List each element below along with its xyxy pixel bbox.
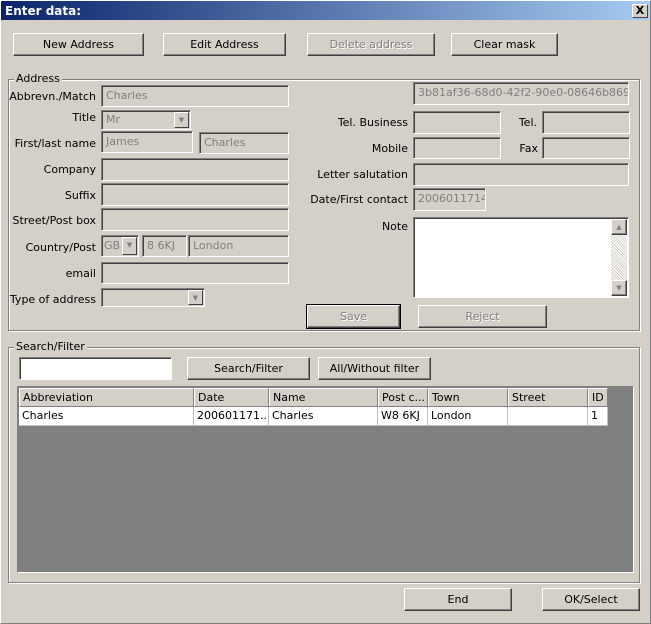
table-cell[interactable]: 1 <box>588 407 608 426</box>
date-label: Date/First contact <box>310 193 408 206</box>
scroll-up-icon[interactable]: ▲ <box>611 219 627 235</box>
town-field[interactable]: London <box>188 235 289 257</box>
street-field[interactable] <box>101 208 289 231</box>
reject-button[interactable]: Reject <box>418 305 547 328</box>
guid-field[interactable]: 3b81af36-68d0-42f2-90e0-08646b869e09 <box>413 82 629 105</box>
abbrev-field[interactable]: Charles <box>101 85 289 107</box>
note-scrollbar[interactable]: ▲ ▼ <box>611 219 627 296</box>
postcode-field[interactable]: 8 6KJ <box>142 235 187 257</box>
company-field[interactable] <box>101 158 289 181</box>
column-header[interactable]: ID <box>588 388 608 407</box>
table-cell[interactable]: London <box>428 407 508 426</box>
column-header[interactable]: Date <box>194 388 269 407</box>
search-input[interactable] <box>19 357 172 380</box>
first-name-field[interactable]: James <box>101 131 193 153</box>
all-without-filter-button[interactable]: All/Without filter <box>318 357 431 380</box>
clear-mask-button[interactable]: Clear mask <box>451 33 558 56</box>
end-button[interactable]: End <box>404 588 512 611</box>
title-bar: Enter data: <box>1 1 649 20</box>
table-cell[interactable]: 200601171... <box>194 407 269 426</box>
type-label: Type of address <box>9 293 96 306</box>
search-filter-button[interactable]: Search/Filter <box>187 357 310 380</box>
mobile-label: Mobile <box>371 142 408 155</box>
tel-label: Tel. <box>518 116 537 129</box>
type-select[interactable]: ▼ <box>101 288 205 307</box>
address-legend: Address <box>14 72 62 85</box>
column-header[interactable]: Town <box>428 388 508 407</box>
new-address-button[interactable]: New Address <box>13 33 144 56</box>
close-button[interactable]: X <box>632 4 648 18</box>
column-header[interactable]: Name <box>269 388 378 407</box>
fax-field[interactable] <box>542 137 630 159</box>
title-label: Title <box>72 111 96 124</box>
table-cell[interactable]: Charles <box>269 407 378 426</box>
country-select[interactable]: GB ▼ <box>101 235 139 257</box>
country-value: GB <box>104 239 121 252</box>
chevron-down-icon[interactable]: ▼ <box>188 290 203 305</box>
suffix-field[interactable] <box>101 183 289 206</box>
date-field[interactable]: 2006011714 <box>413 188 486 211</box>
email-field[interactable] <box>101 262 289 284</box>
country-label: Country/Post <box>25 241 96 254</box>
table-cell[interactable]: W8 6KJ <box>378 407 428 426</box>
suffix-label: Suffix <box>64 189 96 202</box>
title-select[interactable]: Mr ▼ <box>101 110 191 130</box>
chevron-down-icon[interactable]: ▼ <box>174 112 189 128</box>
column-header[interactable]: Post c... <box>378 388 428 407</box>
email-label: email <box>65 267 96 280</box>
edit-address-button[interactable]: Edit Address <box>163 33 286 56</box>
tel-business-label: Tel. Business <box>337 116 408 129</box>
ok-select-button[interactable]: OK/Select <box>542 588 640 611</box>
salutation-label: Letter salutation <box>317 168 408 181</box>
fax-label: Fax <box>519 142 538 155</box>
table-cell[interactable]: Charles <box>19 407 194 426</box>
delete-address-button[interactable]: Delete address <box>307 33 435 56</box>
note-textarea[interactable]: ▲ ▼ <box>413 217 629 298</box>
abbrev-label: Abbrevn./Match <box>9 90 96 103</box>
street-label: Street/Post box <box>12 214 96 227</box>
column-header[interactable]: Street <box>508 388 588 407</box>
tel-field[interactable] <box>542 111 630 134</box>
search-legend: Search/Filter <box>14 340 87 353</box>
column-header[interactable]: Abbreviation <box>19 388 194 407</box>
title-value: Mr <box>106 113 121 126</box>
save-button[interactable]: Save <box>306 304 401 329</box>
name-label: First/last name <box>14 137 96 150</box>
company-label: Company <box>43 163 96 176</box>
table-cell[interactable] <box>508 407 588 426</box>
salutation-field[interactable] <box>413 163 629 186</box>
scroll-down-icon[interactable]: ▼ <box>611 280 627 296</box>
note-label: Note <box>381 220 408 233</box>
chevron-down-icon[interactable]: ▼ <box>122 237 137 255</box>
